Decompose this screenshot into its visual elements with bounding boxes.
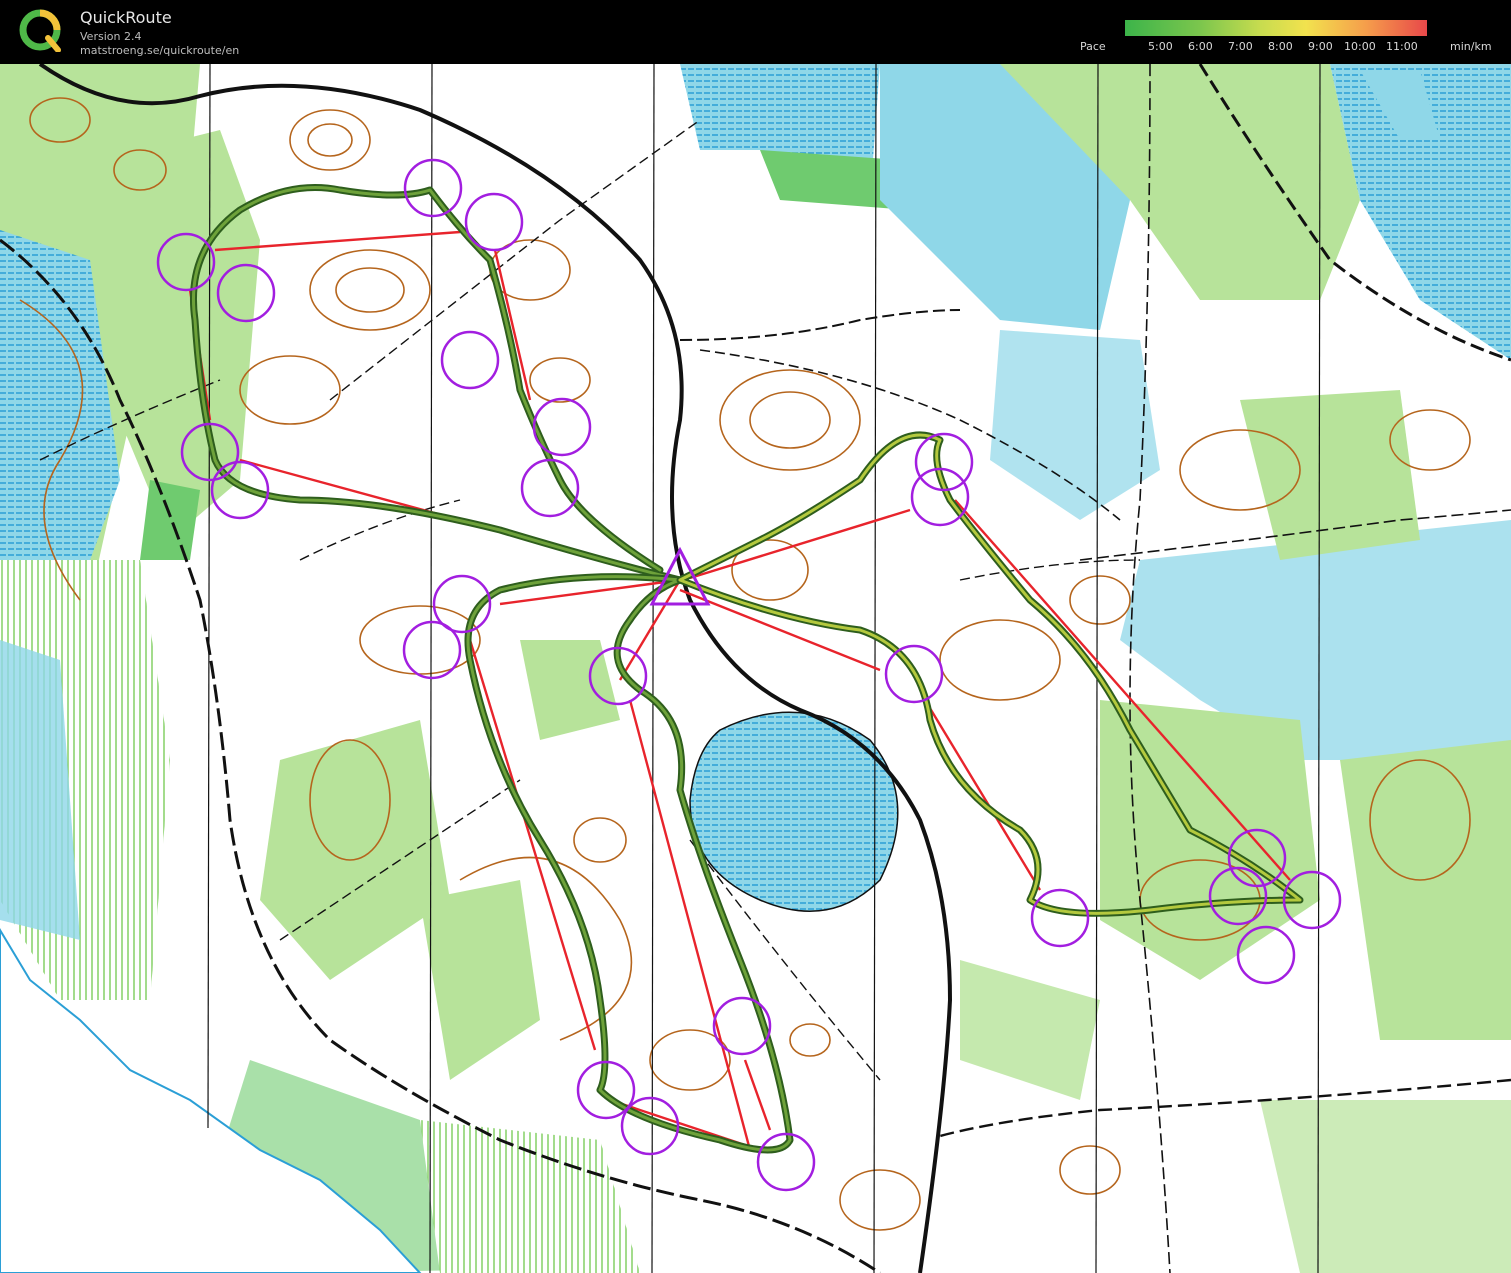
pace-color-scale xyxy=(1125,20,1427,36)
pace-tick: 7:00 xyxy=(1228,40,1253,53)
pace-legend: Pace 5:00 6:00 7:00 8:00 9:00 10:00 11:0… xyxy=(1070,18,1510,58)
pace-tick: 11:00 xyxy=(1386,40,1418,53)
app-version: Version 2.4 xyxy=(80,30,142,43)
app-header: QuickRoute Version 2.4 matstroeng.se/qui… xyxy=(0,0,1511,64)
orienteering-map[interactable] xyxy=(0,64,1511,1273)
map-canvas[interactable] xyxy=(0,64,1511,1273)
app-url[interactable]: matstroeng.se/quickroute/en xyxy=(80,44,239,57)
quickroute-logo-icon xyxy=(18,8,62,53)
pace-tick: 6:00 xyxy=(1188,40,1213,53)
pace-legend-label: Pace xyxy=(1080,40,1106,53)
pace-tick: 5:00 xyxy=(1148,40,1173,53)
pace-tick: 8:00 xyxy=(1268,40,1293,53)
pace-legend-unit: min/km xyxy=(1450,40,1492,53)
app-name: QuickRoute xyxy=(80,8,172,27)
pace-tick: 9:00 xyxy=(1308,40,1333,53)
pace-tick: 10:00 xyxy=(1344,40,1376,53)
